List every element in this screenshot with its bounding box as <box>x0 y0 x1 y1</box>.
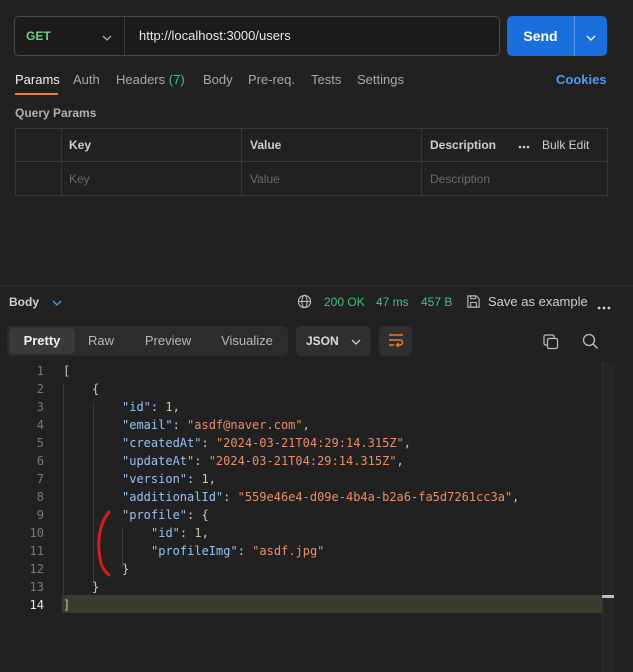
tab-params[interactable]: Params <box>15 72 60 87</box>
code-line: "profileImg": "asdf.jpg" <box>151 544 325 558</box>
line-number: 7 <box>36 472 44 486</box>
line-number: 6 <box>36 454 44 468</box>
chevron-down-icon <box>102 29 112 44</box>
code-line: "version": 1, <box>122 472 216 486</box>
tab-active-indicator <box>15 93 58 95</box>
line-number: 10 <box>29 526 44 540</box>
line-number: 12 <box>29 562 44 576</box>
code-line: "createdAt": "2024-03-21T04:29:14.315Z", <box>122 436 412 450</box>
params-table: Key Value Description Bulk Edit Key Valu… <box>15 128 608 196</box>
code-line: } <box>92 580 100 594</box>
wrap-lines-button[interactable] <box>379 326 412 356</box>
cookies-link[interactable]: Cookies <box>556 72 607 87</box>
view-tab-visualize[interactable]: Visualize <box>214 326 280 356</box>
param-description-input[interactable]: Description <box>422 162 607 195</box>
code-line: "additionalId": "559e46e4-d09e-4b4a-b2a6… <box>122 490 520 504</box>
chevron-down-icon <box>351 334 361 348</box>
tab-body[interactable]: Body <box>203 72 233 87</box>
code-line: "id": 1, <box>151 526 209 540</box>
bulk-edit-label: Bulk Edit <box>542 138 590 152</box>
search-icon[interactable] <box>582 333 599 353</box>
method-select[interactable]: GET <box>15 17 125 55</box>
chevron-down-icon <box>586 29 596 44</box>
response-view-tabs: Pretty Raw Preview Visualize <box>7 326 288 356</box>
response-body-toggle[interactable]: Body <box>9 295 62 309</box>
red-bracket-annotation <box>97 510 111 577</box>
code-line: "profile": { <box>122 508 209 522</box>
request-bar: GET http://localhost:3000/users <box>14 16 500 56</box>
save-as-example-button[interactable]: Save as example <box>488 294 588 309</box>
tab-tests[interactable]: Tests <box>311 72 341 87</box>
tab-headers[interactable]: Headers (7) <box>116 72 185 87</box>
status-badge[interactable]: 200 OK <box>324 295 365 309</box>
send-button[interactable]: Send <box>507 16 607 56</box>
wrap-icon <box>388 333 404 350</box>
response-body-label: Body <box>9 295 39 309</box>
line-number: 3 <box>36 400 44 414</box>
code-line: [ <box>63 364 71 378</box>
params-row-checkbox[interactable] <box>16 162 62 195</box>
line-number: 13 <box>29 580 44 594</box>
send-label: Send <box>523 28 558 44</box>
tab-settings[interactable]: Settings <box>357 72 404 87</box>
chevron-down-icon <box>52 295 62 309</box>
line-number: 5 <box>36 436 44 450</box>
response-time[interactable]: 47 ms <box>376 295 409 309</box>
line-number: 9 <box>36 508 44 522</box>
view-tab-pretty[interactable]: Pretty <box>9 328 75 354</box>
code-line: "email": "asdf@naver.com", <box>122 418 310 432</box>
line-number: 8 <box>36 490 44 504</box>
bulk-edit-button[interactable]: Bulk Edit <box>510 129 607 161</box>
more-icon <box>518 138 530 152</box>
line-number: 11 <box>29 544 44 558</box>
globe-icon[interactable] <box>297 294 312 312</box>
tab-auth[interactable]: Auth <box>73 72 100 87</box>
format-select[interactable]: JSON <box>296 326 371 356</box>
send-options-button[interactable] <box>575 16 607 56</box>
code-line: { <box>92 382 100 396</box>
more-icon[interactable] <box>597 298 611 313</box>
line-number: 14 <box>29 598 44 612</box>
url-input[interactable]: http://localhost:3000/users <box>139 17 291 55</box>
param-value-input[interactable]: Value <box>242 162 422 195</box>
code-line: "id": 1, <box>122 400 180 414</box>
view-tab-raw[interactable]: Raw <box>79 326 123 356</box>
column-header-value: Value <box>242 129 422 161</box>
headers-count-badge: (7) <box>168 72 185 87</box>
response-body-editor[interactable]: 1 2 3 4 5 6 7 8 9 10 11 12 13 14 [ { "id… <box>0 362 614 622</box>
format-label: JSON <box>306 334 339 348</box>
column-header-description: Description <box>430 138 497 152</box>
code-line: } <box>122 562 130 576</box>
copy-icon[interactable] <box>543 334 559 353</box>
column-header-key: Key <box>62 129 242 161</box>
tab-prerequest[interactable]: Pre-req. <box>248 72 295 87</box>
code-line: "updateAt": "2024-03-21T04:29:14.315Z", <box>122 454 404 468</box>
response-size[interactable]: 457 B <box>421 295 452 309</box>
line-number: 1 <box>36 364 44 378</box>
params-checkbox-header <box>16 129 62 161</box>
save-icon <box>466 294 481 312</box>
query-params-title: Query Params <box>15 106 97 120</box>
view-tab-preview[interactable]: Preview <box>137 326 199 356</box>
tab-headers-label: Headers <box>116 72 166 87</box>
code-line: ] <box>63 598 71 612</box>
param-key-input[interactable]: Key <box>62 162 242 195</box>
line-number: 2 <box>36 382 44 396</box>
method-label: GET <box>26 29 51 43</box>
line-number: 4 <box>36 418 44 432</box>
divider <box>0 285 633 286</box>
